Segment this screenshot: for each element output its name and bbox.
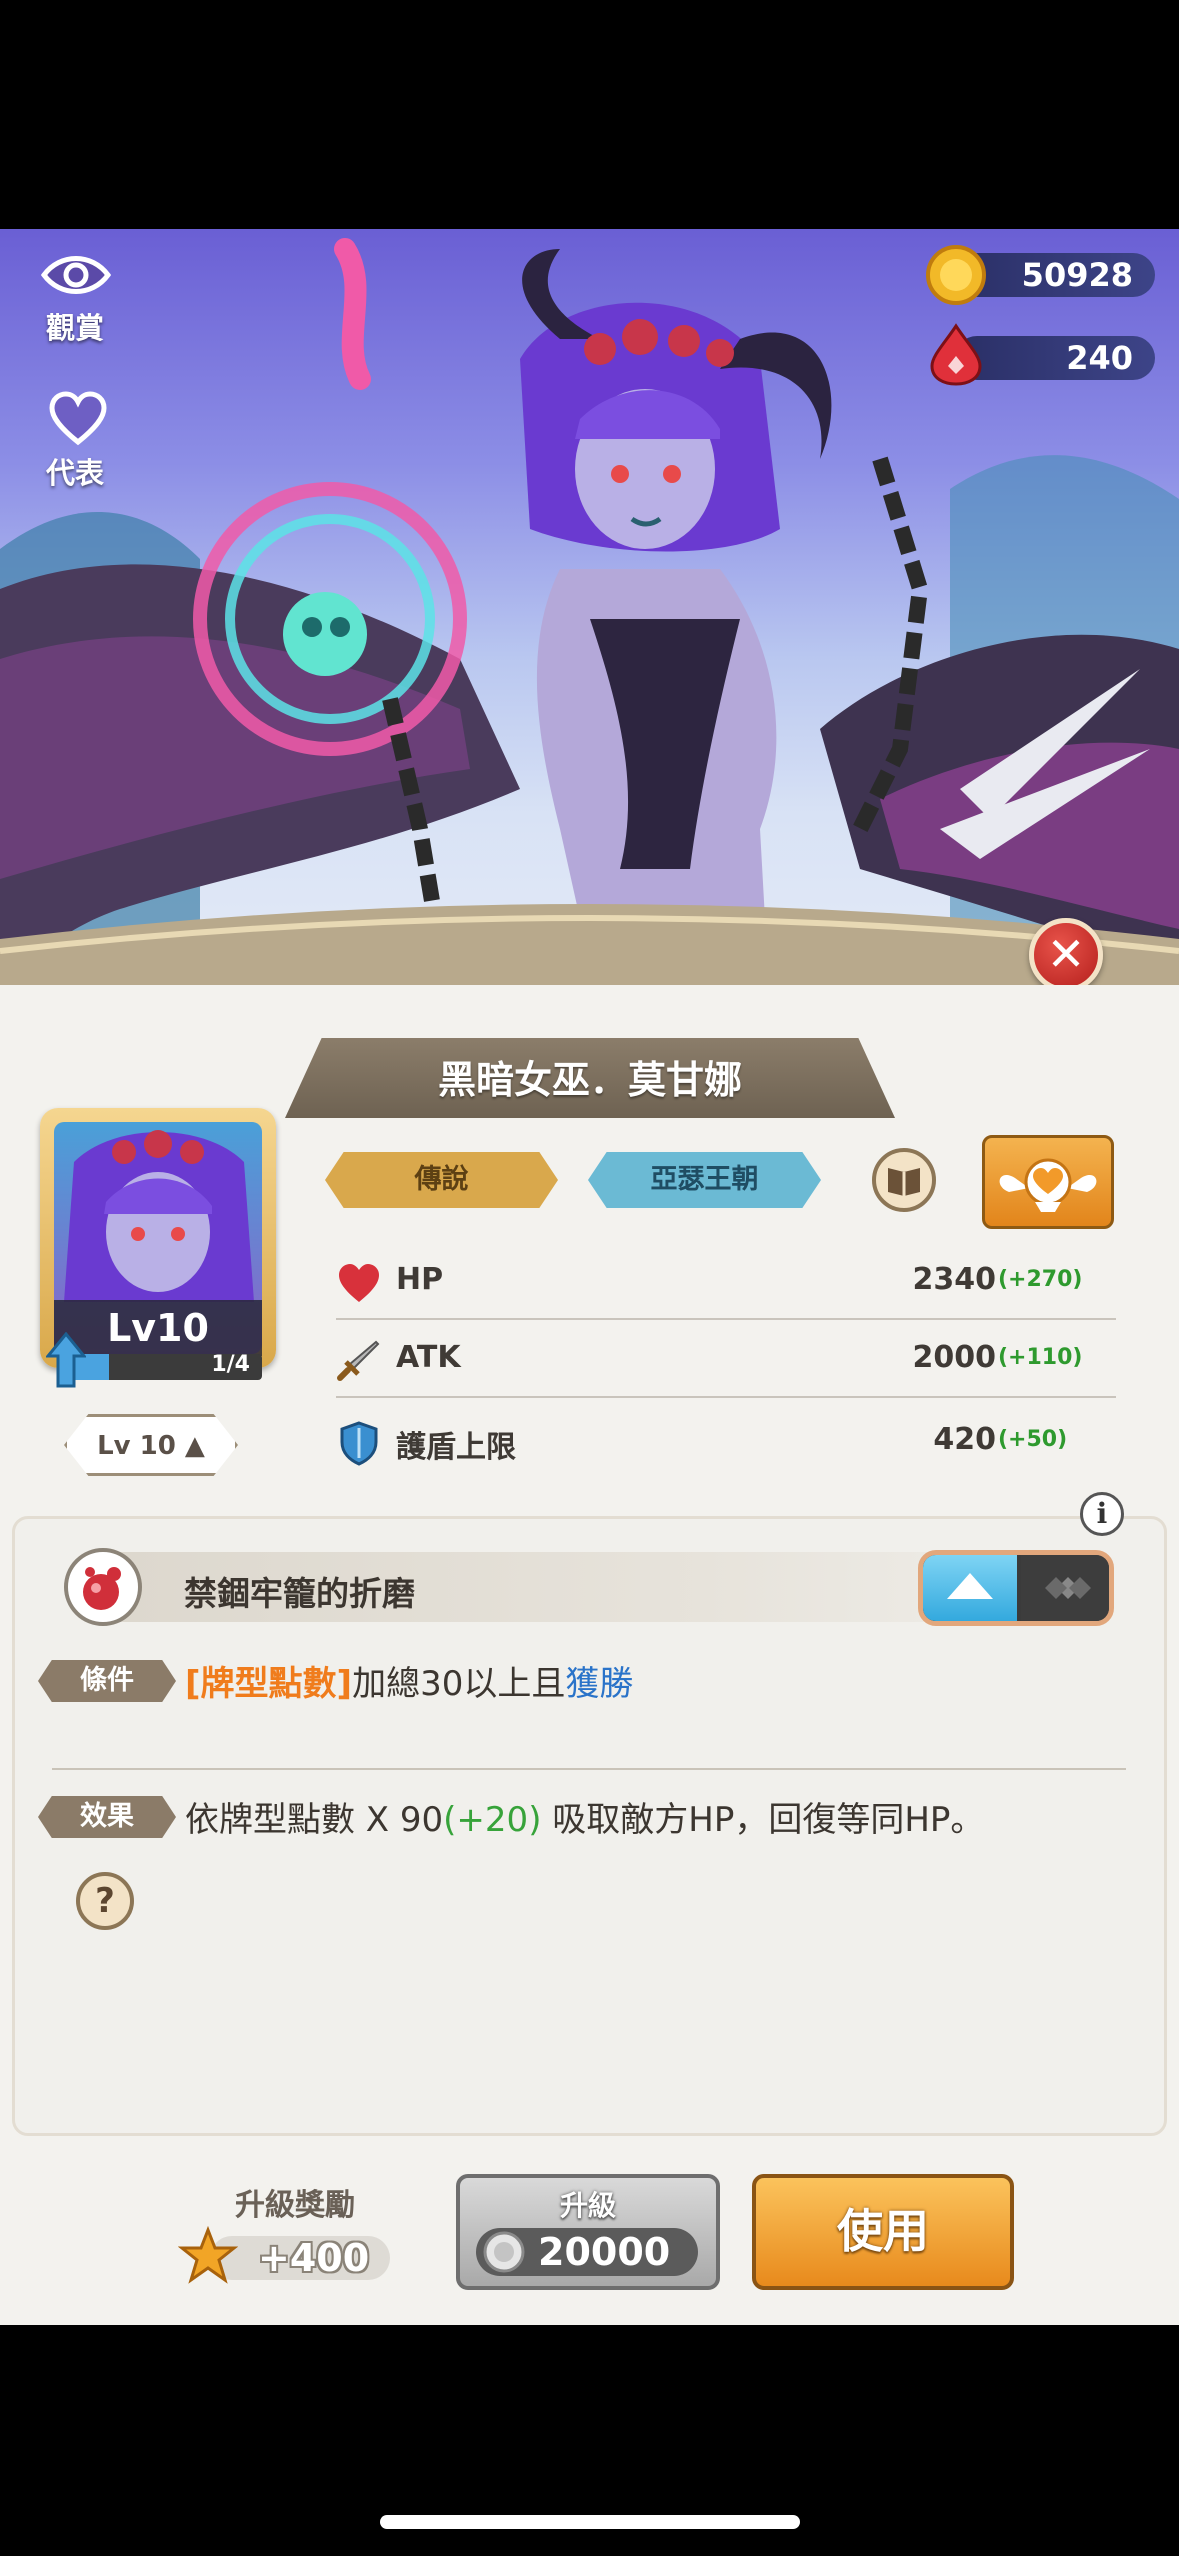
- effect-text: 依牌型點數 X 90(+20) 吸取敵方HP，回復等同HP。: [185, 1792, 984, 1841]
- book-icon: [888, 1168, 920, 1196]
- stat-value: 2340: [912, 1262, 997, 1297]
- shield-icon: [340, 1421, 378, 1466]
- stat-bonus: (+50): [998, 1427, 1068, 1452]
- skill-level-toggle[interactable]: [918, 1550, 1114, 1626]
- upgrade-reward-value: +400: [258, 2236, 370, 2280]
- lore-button[interactable]: [872, 1148, 936, 1212]
- effect-post: 吸取敵方HP，回復等同HP。: [541, 1800, 985, 1840]
- effect-bonus: (+20): [443, 1800, 542, 1840]
- skill-info-button[interactable]: i: [1080, 1492, 1124, 1536]
- condition-mid: 加總30以上且: [352, 1664, 566, 1704]
- blood-gem-icon: [930, 323, 982, 386]
- represent-label: 代表: [45, 456, 104, 490]
- skill-name: 禁錮牢籠的折磨: [184, 1574, 415, 1613]
- faction-tag: 亞瑟王朝: [588, 1152, 821, 1208]
- use-button[interactable]: 使用: [752, 2174, 1014, 2290]
- stat-value: 2000: [912, 1340, 997, 1375]
- stat-label: 護盾上限: [396, 1430, 516, 1465]
- effect-pre: 依牌型點數 X 90: [185, 1800, 444, 1840]
- condition-tag: 條件: [38, 1660, 176, 1702]
- level-selector[interactable]: Lv 10 ▲: [64, 1414, 238, 1476]
- stat-label: ATK: [396, 1340, 461, 1375]
- gold-coin-icon: [926, 245, 986, 305]
- close-button[interactable]: ✕: [1029, 918, 1103, 992]
- stat-row-shield: 護盾上限 420 (+50): [336, 1404, 1116, 1478]
- heart-outline-icon: [49, 391, 107, 446]
- help-button[interactable]: ?: [76, 1872, 134, 1930]
- winged-heart-icon: [999, 1158, 1097, 1212]
- upgrade-cost: 20000: [538, 2230, 671, 2274]
- triangle-up-icon: [947, 1573, 993, 1599]
- condition-end: 獲勝: [565, 1664, 634, 1704]
- exp-text: 1/4: [211, 1352, 250, 1377]
- close-icon: ✕: [1046, 927, 1086, 981]
- hero-name: 黑暗女巫．莫甘娜: [285, 1038, 895, 1118]
- stat-bonus: (+110): [998, 1345, 1083, 1370]
- eye-icon: [40, 256, 112, 294]
- condition-text: [牌型點數]加總30以上且獲勝: [185, 1656, 633, 1705]
- diamond-grid-icon: [1045, 1577, 1091, 1599]
- view-button[interactable]: 觀賞: [20, 245, 130, 355]
- stat-value: 420: [933, 1422, 996, 1457]
- silver-coin-icon: [483, 2231, 525, 2273]
- view-label: 觀賞: [45, 311, 104, 345]
- favorite-badge-button[interactable]: [982, 1135, 1114, 1229]
- potion-icon: [83, 1567, 121, 1610]
- upgrade-reward-label: 升級獎勵: [235, 2188, 355, 2223]
- effect-tag: 效果: [38, 1796, 176, 1838]
- skill-icon: [64, 1548, 142, 1626]
- sword-icon: [337, 1340, 380, 1381]
- skill-up-tab[interactable]: [923, 1555, 1017, 1621]
- condition-highlight: [牌型點數]: [185, 1664, 353, 1704]
- skill-divider: [52, 1768, 1126, 1770]
- stat-row-hp: HP 2340 (+270): [336, 1244, 1116, 1320]
- stat-row-atk: ATK 2000 (+110): [336, 1322, 1116, 1398]
- home-indicator[interactable]: [380, 2515, 800, 2529]
- level-up-arrow-icon: [46, 1332, 86, 1388]
- represent-button[interactable]: 代表: [20, 388, 130, 498]
- star-icon: [178, 2226, 238, 2284]
- upgrade-label: 升級: [559, 2189, 616, 2222]
- gem-counter: 240: [955, 336, 1155, 380]
- heart-icon: [339, 1264, 379, 1302]
- rarity-tag: 傳說: [325, 1152, 558, 1208]
- skill-locked-tab[interactable]: [1021, 1555, 1109, 1621]
- stat-label: HP: [396, 1262, 444, 1297]
- stat-bonus: (+270): [998, 1267, 1083, 1292]
